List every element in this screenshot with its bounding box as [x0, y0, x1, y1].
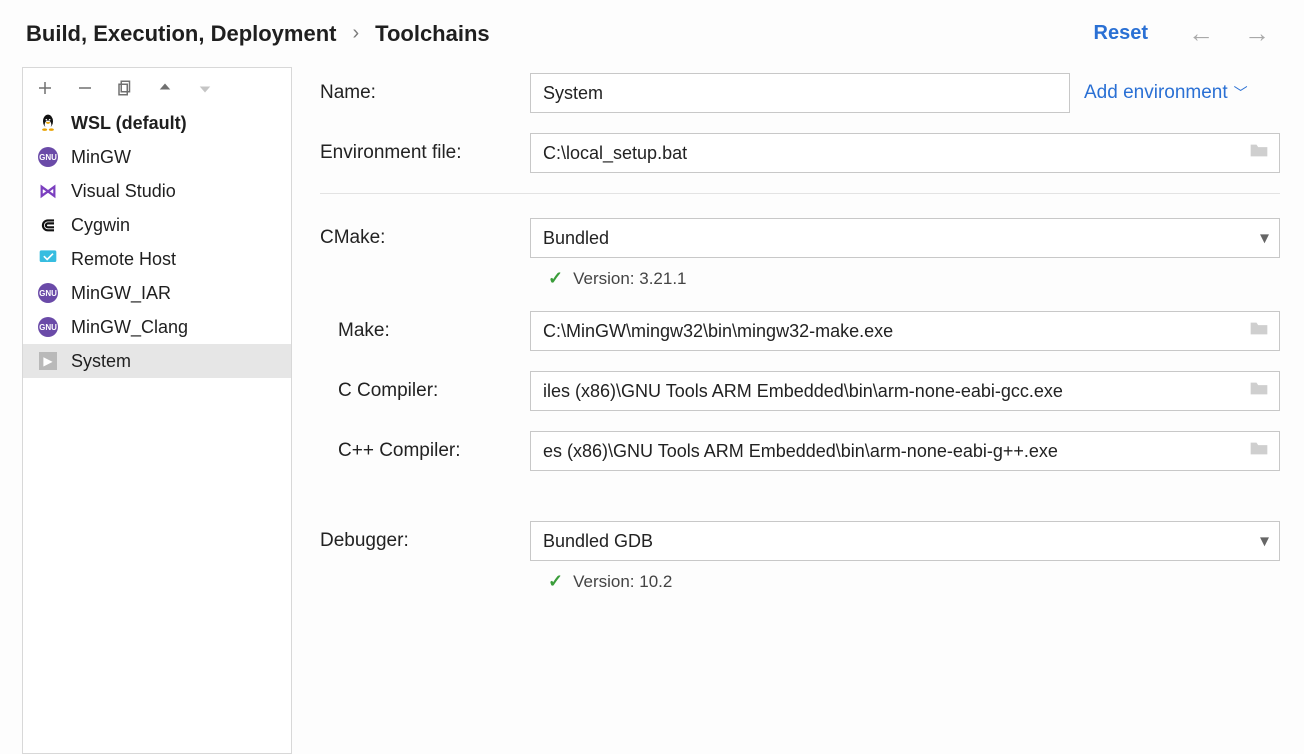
divider: [320, 193, 1280, 194]
toolchain-list: WSL (default) GNU MinGW ⋈ Visual Studio ⋐ Cygw…: [23, 106, 291, 753]
move-down-icon[interactable]: [195, 78, 215, 98]
toolchain-item[interactable]: ⋈ Visual Studio: [23, 174, 291, 208]
cygwin-icon: ⋐: [37, 214, 59, 236]
chevron-down-icon: ﹀: [1234, 83, 1248, 103]
make-value: C:\MinGW\mingw32\bin\mingw32-make.exe: [543, 321, 893, 342]
toolchain-label: Remote Host: [71, 249, 176, 270]
breadcrumb: Build, Execution, Deployment › Toolchain…: [26, 21, 490, 47]
remove-icon[interactable]: [75, 78, 95, 98]
breadcrumb-current: Toolchains: [375, 21, 490, 47]
env-file-input[interactable]: C:\local_setup.bat: [530, 133, 1280, 173]
name-label: Name:: [320, 82, 510, 104]
folder-icon[interactable]: [1249, 440, 1269, 463]
toolchain-label: Cygwin: [71, 215, 130, 236]
folder-icon[interactable]: [1249, 320, 1269, 343]
tux-icon: [37, 112, 59, 134]
toolchain-label: MinGW_IAR: [71, 283, 171, 304]
debugger-label: Debugger:: [320, 530, 510, 552]
toolchain-item[interactable]: GNU MinGW_Clang: [23, 310, 291, 344]
toolchain-label: MinGW: [71, 147, 131, 168]
check-icon: ✓: [548, 268, 563, 289]
forward-arrow-icon[interactable]: →: [1244, 18, 1270, 49]
debugger-status: ✓ Version: 10.2: [320, 571, 1280, 592]
folder-icon[interactable]: [1249, 380, 1269, 403]
add-icon[interactable]: [35, 78, 55, 98]
move-up-icon[interactable]: [155, 78, 175, 98]
toolchain-label: WSL (default): [71, 113, 187, 134]
caret-down-icon: ▾: [1260, 228, 1269, 249]
env-file-value: C:\local_setup.bat: [543, 143, 687, 164]
cmake-value: Bundled: [543, 228, 609, 249]
gnu-icon: GNU: [37, 146, 59, 168]
caret-down-icon: ▾: [1260, 531, 1269, 552]
gnu-icon: GNU: [37, 316, 59, 338]
copy-icon[interactable]: [115, 78, 135, 98]
remote-icon: [37, 248, 59, 270]
make-label: Make:: [320, 320, 510, 342]
cpp-compiler-input[interactable]: es (x86)\GNU Tools ARM Embedded\bin\arm-…: [530, 431, 1280, 471]
toolchain-item[interactable]: WSL (default): [23, 106, 291, 140]
add-environment-link[interactable]: Add environment ﹀: [1084, 82, 1248, 104]
header: Build, Execution, Deployment › Toolchain…: [0, 0, 1304, 67]
cpp-compiler-label: C++ Compiler:: [320, 440, 510, 462]
gnu-icon: GNU: [37, 282, 59, 304]
breadcrumb-parent[interactable]: Build, Execution, Deployment: [26, 21, 336, 47]
c-compiler-input[interactable]: iles (x86)\GNU Tools ARM Embedded\bin\ar…: [530, 371, 1280, 411]
toolchain-label: Visual Studio: [71, 181, 176, 202]
toolchain-item[interactable]: ▶ System: [23, 344, 291, 378]
toolchain-form: Name: System Add environment ﹀ Environme…: [292, 67, 1304, 754]
reset-button[interactable]: Reset: [1094, 22, 1148, 45]
debugger-value: Bundled GDB: [543, 531, 653, 552]
folder-icon[interactable]: [1249, 142, 1269, 165]
cmake-select[interactable]: Bundled ▾: [530, 218, 1280, 258]
make-input[interactable]: C:\MinGW\mingw32\bin\mingw32-make.exe: [530, 311, 1280, 351]
toolchain-item[interactable]: GNU MinGW_IAR: [23, 276, 291, 310]
toolchain-item[interactable]: Remote Host: [23, 242, 291, 276]
env-file-label: Environment file:: [320, 142, 510, 164]
back-arrow-icon[interactable]: ←: [1188, 18, 1214, 49]
check-icon: ✓: [548, 571, 563, 592]
debugger-select[interactable]: Bundled GDB ▾: [530, 521, 1280, 561]
system-icon: ▶: [37, 350, 59, 372]
cmake-status: ✓ Version: 3.21.1: [320, 268, 1280, 289]
toolchain-item[interactable]: ⋐ Cygwin: [23, 208, 291, 242]
cpp-compiler-value: es (x86)\GNU Tools ARM Embedded\bin\arm-…: [543, 441, 1058, 462]
vs-icon: ⋈: [37, 180, 59, 202]
chevron-right-icon: ›: [352, 22, 359, 45]
name-value: System: [543, 83, 603, 104]
c-compiler-label: C Compiler:: [320, 380, 510, 402]
toolchain-label: System: [71, 351, 131, 372]
toolchain-item[interactable]: GNU MinGW: [23, 140, 291, 174]
toolchain-sidebar: WSL (default) GNU MinGW ⋈ Visual Studio ⋐ Cygw…: [22, 67, 292, 754]
name-input[interactable]: System: [530, 73, 1070, 113]
cmake-label: CMake:: [320, 227, 510, 249]
toolchain-label: MinGW_Clang: [71, 317, 188, 338]
c-compiler-value: iles (x86)\GNU Tools ARM Embedded\bin\ar…: [543, 381, 1063, 402]
sidebar-toolbar: [23, 68, 291, 106]
